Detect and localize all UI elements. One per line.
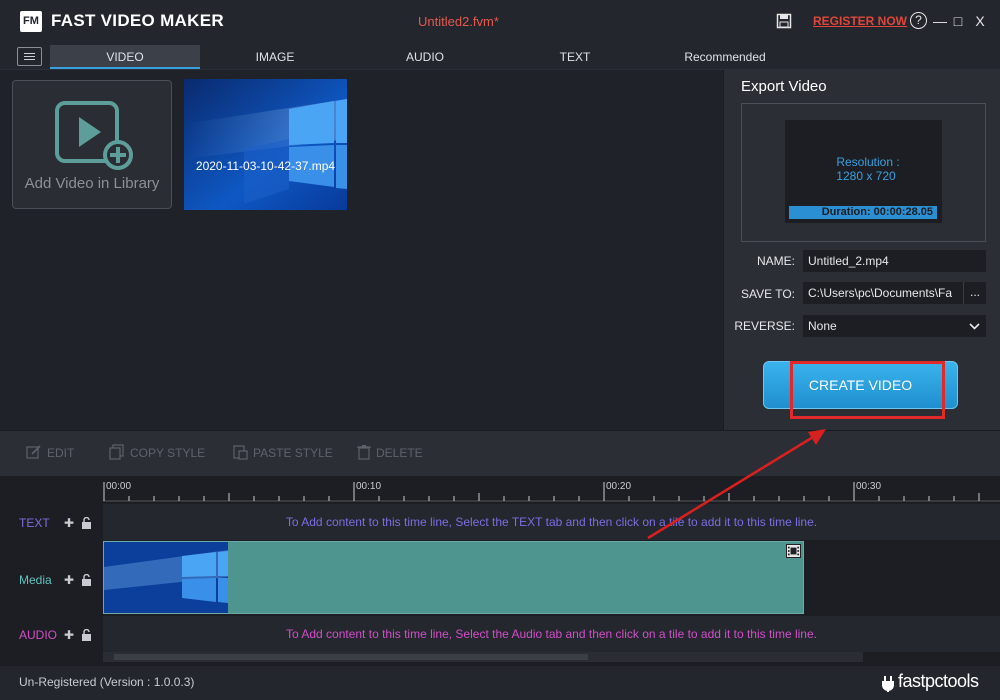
save-to-label: SAVE TO: [740, 287, 795, 301]
track-label-audio: AUDIO [19, 628, 58, 642]
brand-logo: fastpctools [898, 671, 979, 691]
resolution-value: 1280 x 720 [836, 169, 896, 183]
library-video-thumbnail[interactable]: 2020-11-03-10-42-37.mp4 [184, 79, 347, 210]
minimize-button[interactable]: — [931, 12, 949, 30]
save-to-field[interactable]: C:\Users\pc\Documents\Fa [803, 282, 963, 304]
annotation-arrow [647, 429, 826, 540]
timeline-scroll-thumb[interactable] [114, 654, 588, 660]
menu-icon[interactable] [17, 47, 42, 66]
add-video-tile[interactable]: Add Video in Library [12, 80, 172, 209]
tick-label: 00:10 [356, 481, 382, 492]
tick-label: 00:00 [106, 481, 132, 492]
text-track-hint: To Add content to this time line, Select… [285, 515, 818, 529]
name-field[interactable]: Untitled_2.mp4 [803, 250, 986, 272]
audio-track-hint: To Add content to this time line, Select… [286, 627, 817, 641]
add-video-label: Add Video in Library [24, 175, 160, 192]
browse-button[interactable]: ... [963, 282, 986, 304]
track-label-media: Media [19, 573, 52, 587]
maximize-button[interactable]: □ [949, 12, 967, 30]
media-clip-thumbnail [104, 542, 228, 613]
paste-icon[interactable] [232, 444, 248, 460]
tab-text[interactable]: TEXT [500, 45, 650, 69]
close-button[interactable]: X [971, 12, 989, 30]
save-icon[interactable] [776, 13, 792, 29]
film-icon[interactable] [786, 544, 801, 558]
tab-audio[interactable]: AUDIO [350, 45, 500, 69]
lock-icon[interactable] [81, 517, 92, 529]
app-title: FAST VIDEO MAKER [51, 11, 224, 30]
copy-style-button[interactable]: COPY STYLE [130, 446, 205, 460]
plug-icon [882, 676, 894, 692]
register-now-link[interactable]: REGISTER NOW [813, 14, 907, 28]
edit-icon[interactable] [26, 444, 42, 460]
tick-label: 00:20 [606, 481, 632, 492]
add-media-track-icon[interactable]: ✚ [64, 573, 74, 587]
windows-wallpaper-image [104, 542, 228, 613]
lock-icon[interactable] [81, 574, 92, 586]
copy-icon[interactable] [109, 444, 125, 460]
reverse-label: REVERSE: [734, 319, 795, 333]
tab-image[interactable]: IMAGE [200, 45, 350, 69]
windows-wallpaper-image [184, 79, 347, 210]
library-video-filename: 2020-11-03-10-42-37.mp4 [195, 159, 336, 173]
export-title: Export Video [741, 78, 827, 95]
document-title: Untitled2.fvm* [418, 14, 499, 29]
chevron-down-icon[interactable] [963, 315, 986, 337]
add-audio-track-icon[interactable]: ✚ [64, 628, 74, 642]
tab-recommended[interactable]: Recommended [650, 45, 800, 69]
trash-icon[interactable] [356, 444, 372, 460]
paste-style-button[interactable]: PASTE STYLE [253, 446, 333, 460]
add-text-track-icon[interactable]: ✚ [64, 516, 74, 530]
delete-button[interactable]: DELETE [376, 446, 423, 460]
reverse-dropdown[interactable]: None [803, 315, 986, 337]
status-text: Un-Registered (Version : 1.0.0.3) [19, 675, 195, 689]
app-logo: FM [20, 11, 42, 32]
edit-button[interactable]: EDIT [47, 446, 74, 460]
tab-video[interactable]: VIDEO [50, 45, 200, 69]
name-label: NAME: [756, 254, 795, 268]
track-label-text: TEXT [19, 516, 50, 530]
tick-label: 00:30 [856, 481, 882, 492]
lock-icon[interactable] [81, 629, 92, 641]
annotation-highlight-box [790, 361, 945, 419]
help-button[interactable]: ? [910, 12, 927, 29]
add-video-icon [55, 101, 133, 170]
duration-text: Duration: 00:00:28.05 [821, 206, 933, 218]
resolution-label: Resolution : [836, 155, 900, 169]
